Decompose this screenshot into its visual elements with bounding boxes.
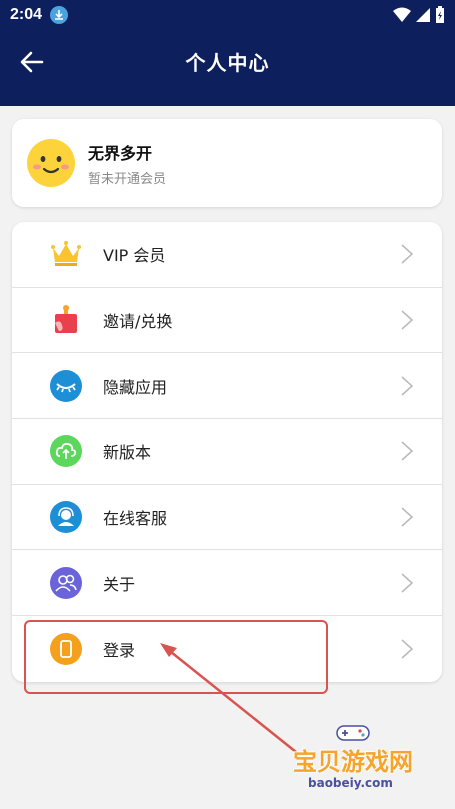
status-time: 2:04: [10, 6, 43, 23]
menu-item-about[interactable]: 关于: [12, 550, 442, 617]
status-bar: 2:04: [0, 0, 455, 30]
menu-item-customer-service[interactable]: 在线客服: [12, 485, 442, 551]
chevron-right-icon: [401, 639, 414, 659]
menu-item-invite[interactable]: 邀请/兑换: [12, 288, 442, 354]
watermark: 宝贝游戏网 baobeiy.com: [278, 718, 428, 806]
menu-label-vip: VIP 会员: [103, 246, 166, 266]
profile-name: 无界多开: [88, 143, 153, 163]
menu-item-login[interactable]: 登录: [12, 616, 442, 682]
eye-closed-icon: [50, 369, 82, 402]
chevron-right-icon: [401, 244, 414, 264]
menu-label-login: 登录: [103, 640, 136, 660]
menu-item-vip[interactable]: VIP 会员: [12, 222, 442, 288]
chevron-right-icon: [401, 573, 414, 593]
profile-card[interactable]: 无界多开 暂未开通会员: [12, 119, 442, 207]
menu-item-new-version[interactable]: 新版本: [12, 419, 442, 485]
page-title: 个人中心: [185, 50, 270, 75]
chevron-right-icon: [401, 310, 414, 330]
chevron-right-icon: [401, 376, 414, 396]
menu-label-customer-service: 在线客服: [103, 509, 168, 529]
battery-icon: [436, 6, 444, 23]
signal-icon: [416, 8, 430, 22]
watermark-title: 宝贝游戏网: [293, 748, 413, 776]
headset-icon: [50, 501, 82, 534]
smiley-avatar-icon: [27, 139, 75, 187]
app-header: 2:04 个人中心: [0, 0, 455, 106]
cloud-upload-icon: [50, 435, 82, 468]
back-arrow-icon[interactable]: [18, 48, 46, 76]
phone-icon: [50, 632, 82, 665]
crown-icon: [50, 238, 82, 270]
menu-label-hide-apps: 隐藏应用: [103, 377, 168, 397]
chevron-right-icon: [401, 507, 414, 527]
chevron-right-icon: [401, 441, 414, 462]
watermark-url: baobeiy.com: [308, 776, 393, 790]
menu-label-invite: 邀请/兑换: [103, 312, 173, 332]
gift-icon: [50, 304, 82, 336]
menu-label-about: 关于: [103, 574, 136, 594]
membership-status: 暂未开通会员: [88, 171, 167, 187]
menu-label-new-version: 新版本: [103, 443, 152, 463]
wifi-icon: [393, 7, 411, 22]
users-icon: [50, 566, 82, 599]
menu-item-hide-apps[interactable]: 隐藏应用: [12, 353, 442, 420]
gamepad-icon: [336, 725, 370, 741]
title-bar: 个人中心: [0, 38, 455, 84]
menu-list: VIP 会员 邀请/兑换 隐藏应用 新版本 在线客服 关于 登录: [12, 222, 442, 682]
download-icon: [50, 6, 69, 24]
